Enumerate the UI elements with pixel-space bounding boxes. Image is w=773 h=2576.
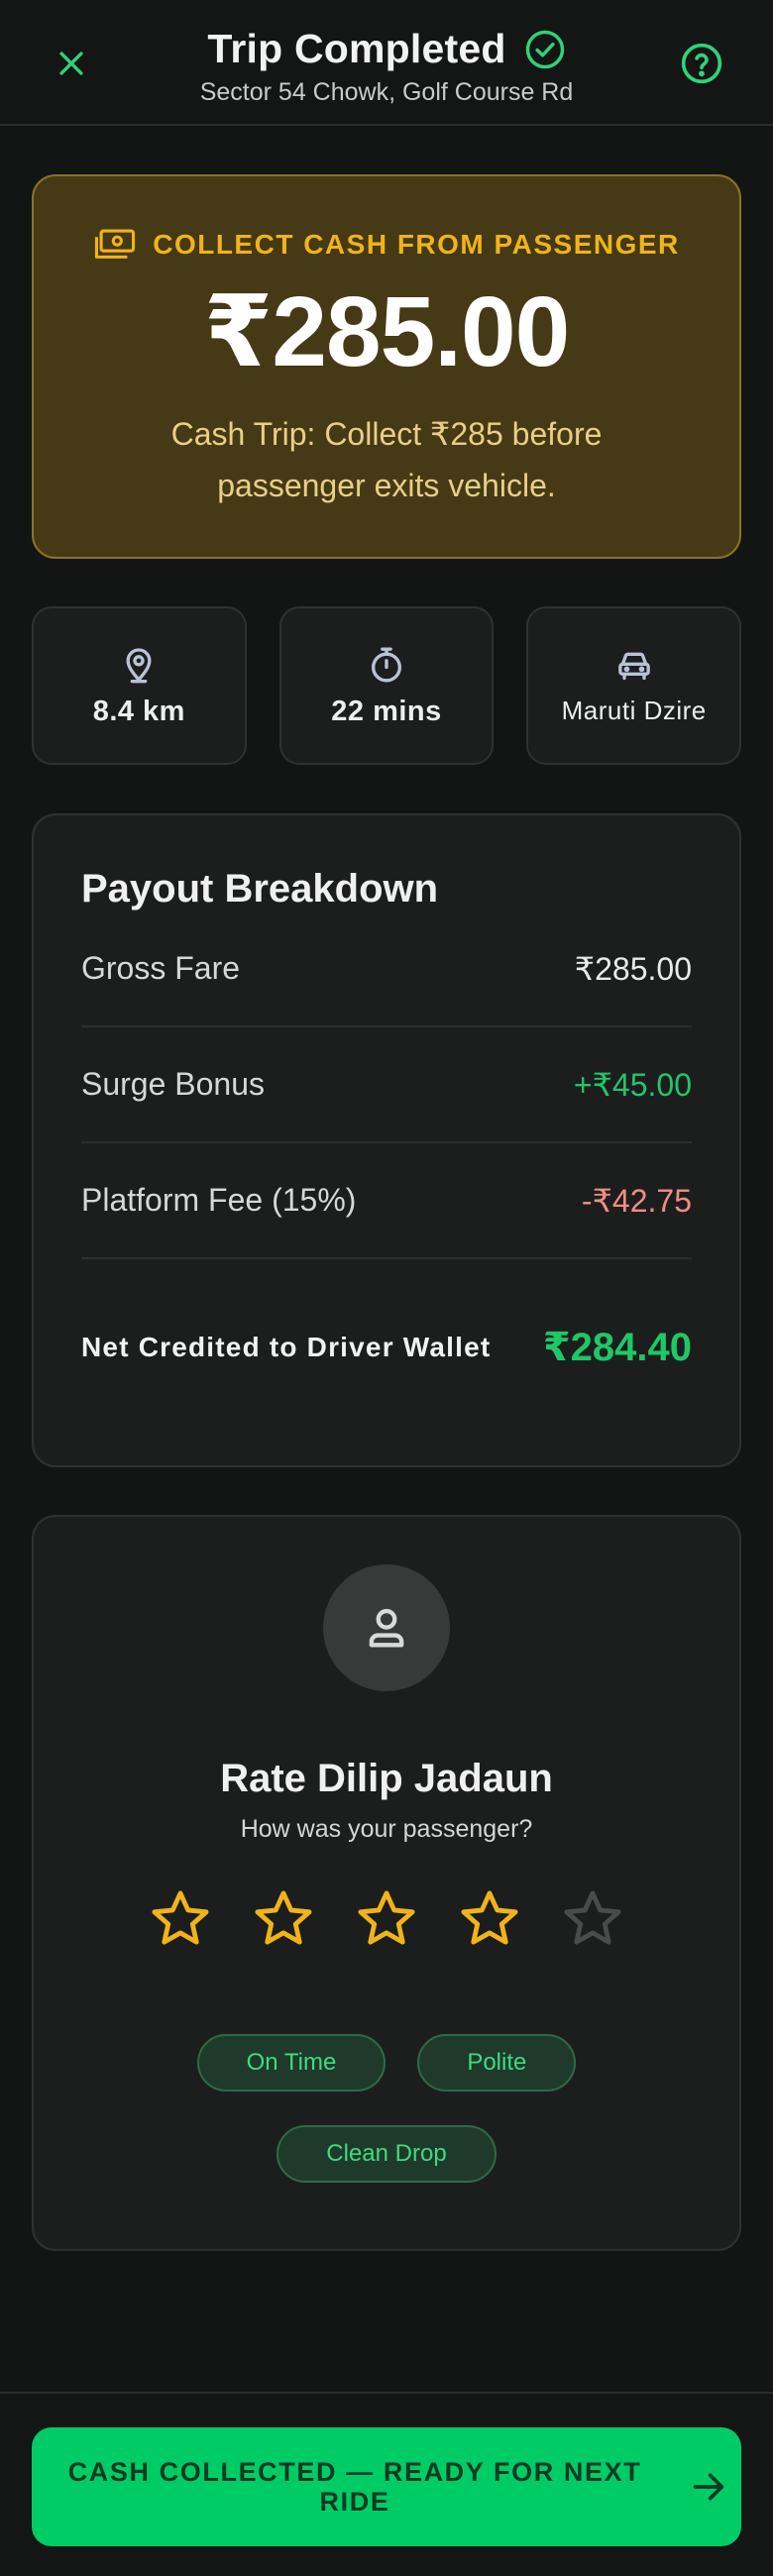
net-credit-value: ₹284.40 — [542, 1326, 692, 1369]
stat-duration-value: 22 mins — [331, 695, 442, 727]
header-center: Trip Completed Sector 54 Chowk, Golf Cou… — [119, 26, 654, 107]
rate-title: Rate Dilip Jadaun — [220, 1757, 553, 1800]
payout-breakdown-card: Payout Breakdown Gross Fare ₹285.00 Surg… — [32, 813, 741, 1467]
net-credit-row: Net Credited to Driver Wallet ₹284.40 — [81, 1325, 692, 1370]
check-circle-icon — [525, 30, 564, 68]
page-title: Trip Completed — [207, 26, 506, 71]
tag-chips-row-1: On Time Polite — [34, 2034, 739, 2092]
stat-distance: 8.4 km — [32, 606, 247, 765]
star-filled-icon[interactable] — [355, 1887, 418, 1951]
payout-row-gross-fare: Gross Fare ₹285.00 — [81, 912, 692, 1027]
cash-alert-label: COLLECT CASH FROM PASSENGER — [153, 229, 680, 260]
cash-collected-button[interactable]: CASH COLLECTED — READY FOR NEXT RIDE — [32, 2427, 741, 2546]
payout-row-label: Gross Fare — [81, 950, 241, 986]
payout-row-surge-bonus: Surge Bonus +₹45.00 — [81, 1027, 692, 1143]
stat-distance-value: 8.4 km — [92, 695, 185, 727]
tag-chip-on-time[interactable]: On Time — [196, 2034, 386, 2092]
cash-icon — [95, 229, 136, 259]
rate-passenger-card: Rate Dilip Jadaun How was your passenger… — [32, 1515, 741, 2251]
tag-chips-row-2: Clean Drop — [34, 2125, 739, 2183]
trip-location: Sector 54 Chowk, Golf Course Rd — [199, 78, 574, 106]
close-button[interactable] — [42, 34, 101, 93]
star-filled-icon[interactable] — [252, 1887, 315, 1951]
avatar — [323, 1564, 450, 1691]
help-button[interactable] — [672, 34, 731, 93]
car-icon — [617, 652, 650, 680]
stat-vehicle-value: Maruti Dzire — [561, 695, 707, 725]
tag-chip-polite[interactable]: Polite — [417, 2034, 577, 2092]
bottom-bar: CASH COLLECTED — READY FOR NEXT RIDE — [0, 2392, 773, 2576]
stat-duration: 22 mins — [278, 606, 495, 765]
cash-amount: ₹285.00 — [203, 276, 570, 387]
trip-stats: 8.4 km 22 mins Maruti Dzire — [32, 606, 742, 765]
payout-row-label: Platform Fee (15%) — [81, 1182, 357, 1218]
tag-chip-clean-drop[interactable]: Clean Drop — [276, 2125, 497, 2183]
star-empty-icon[interactable] — [561, 1887, 624, 1951]
help-circle-icon — [681, 43, 722, 84]
payout-row-value: -₹42.75 — [581, 1182, 692, 1219]
timer-icon — [372, 647, 401, 682]
payout-row-platform-fee: Platform Fee (15%) -₹42.75 — [81, 1143, 692, 1259]
location-pin-icon — [126, 647, 152, 683]
payout-row-label: Surge Bonus — [81, 1066, 266, 1102]
payout-row-value: +₹45.00 — [573, 1066, 692, 1103]
top-bar: Trip Completed Sector 54 Chowk, Golf Cou… — [0, 0, 773, 126]
arrow-right-icon — [684, 2462, 733, 2512]
close-icon — [59, 52, 83, 75]
person-icon — [369, 1608, 404, 1648]
star-rating — [34, 1887, 739, 1951]
rate-subtitle: How was your passenger? — [240, 1815, 533, 1843]
payout-row-value: ₹285.00 — [574, 950, 692, 987]
cash-note: Cash Trip: Collect ₹285 before passenger… — [170, 416, 603, 503]
star-filled-icon[interactable] — [458, 1887, 521, 1951]
star-filled-icon[interactable] — [149, 1887, 212, 1951]
net-credit-label: Net Credited to Driver Wallet — [81, 1332, 492, 1362]
payout-title: Payout Breakdown — [81, 867, 439, 911]
cash-collected-label: CASH COLLECTED — READY FOR NEXT RIDE — [67, 2457, 642, 2517]
cash-collection-card: COLLECT CASH FROM PASSENGER ₹285.00 Cash… — [32, 174, 741, 559]
stat-vehicle: Maruti Dzire — [526, 606, 742, 765]
